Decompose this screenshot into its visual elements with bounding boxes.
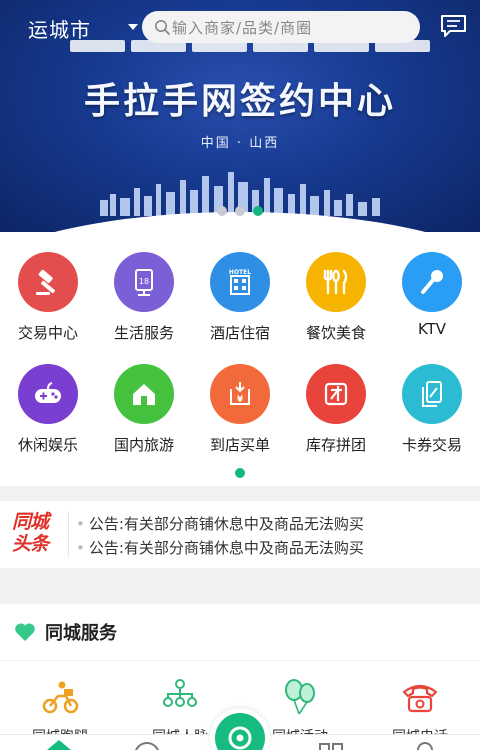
balloon-icon [285, 679, 315, 715]
bullet: • [76, 515, 85, 533]
carousel-dot[interactable] [235, 206, 245, 216]
section-title: 同城服务 [45, 623, 117, 644]
banner-title: 手拉手网签约中心 [83, 80, 396, 122]
carousel-dot-active[interactable] [253, 206, 263, 216]
category-food[interactable]: 餐饮美食 [288, 252, 384, 343]
category-label: 餐饮美食 [305, 324, 366, 342]
svg-text:¥: ¥ [237, 395, 244, 405]
news-item[interactable]: • 公告:有关部分商铺休息中及商品无法购买 [76, 537, 364, 558]
category-label: 酒店住宿 [209, 324, 270, 342]
life-service-icon: 18 [114, 252, 174, 312]
category-label: 到店买单 [209, 436, 270, 454]
news-logo-line1: 同城 [12, 511, 49, 533]
divider [68, 511, 69, 557]
category-label: 国内旅游 [113, 436, 174, 454]
grid-page-indicator [235, 468, 245, 478]
category-label: 卡券交易 [401, 436, 462, 454]
news-item[interactable]: • 公告:有关部分商铺休息中及商品无法购买 [76, 513, 364, 534]
category-tab-icon[interactable] [316, 740, 346, 750]
group-buy-icon [306, 364, 366, 424]
city-selector[interactable]: 运城市 [28, 14, 91, 43]
scan-icon [215, 713, 265, 750]
category-label: 生活服务 [113, 324, 174, 342]
category-life-service[interactable]: 18 生活服务 [96, 252, 192, 343]
search-input[interactable]: 输入商家/品类/商圈 [142, 11, 420, 43]
coupon-icon [402, 364, 462, 424]
news-logo-line2: 头条 [12, 533, 49, 555]
microphone-icon [402, 252, 462, 312]
courier-icon [42, 681, 79, 714]
home-tab-icon[interactable] [44, 738, 74, 750]
chevron-down-icon[interactable] [128, 24, 138, 30]
phone-icon [402, 684, 438, 713]
category-hotel[interactable]: HOTEL 酒店住宿 [192, 252, 288, 343]
message-icon[interactable] [440, 14, 467, 38]
carousel-dot[interactable] [217, 206, 227, 216]
category-label: 交易中心 [17, 324, 78, 342]
hotel-icon: HOTEL [210, 252, 270, 312]
heart-icon [15, 623, 35, 641]
news-ticker[interactable]: 同城 头条 • 公告:有关部分商铺休息中及商品无法购买 • 公告:有关部分商铺休息中… [0, 501, 480, 568]
category-entertainment[interactable]: 休闲娱乐 [0, 364, 96, 455]
carousel-indicator [0, 206, 480, 216]
home-page: 手拉手网签约中心 中国 · 山西 运城市 输入商家/品类/商圈 交易中心 18 … [0, 0, 480, 750]
bullet: • [76, 539, 85, 557]
category-domestic-travel[interactable]: 国内旅游 [96, 364, 192, 455]
network-icon [163, 679, 197, 707]
category-trading-center[interactable]: 交易中心 [0, 252, 96, 343]
svg-text:HOTEL: HOTEL [229, 269, 251, 276]
news-logo: 同城 头条 [12, 511, 58, 555]
yuan-icon: ¥ [210, 364, 270, 424]
discover-tab-icon[interactable] [132, 740, 162, 750]
divider [0, 660, 480, 661]
house-icon [114, 364, 174, 424]
category-label: 休闲娱乐 [17, 436, 78, 454]
search-placeholder: 输入商家/品类/商圈 [172, 18, 313, 37]
category-ktv[interactable]: KTV [384, 252, 480, 338]
news-text: 公告:有关部分商铺休息中及商品无法购买 [88, 539, 364, 557]
category-group-buy[interactable]: 库存拼团 [288, 364, 384, 455]
food-icon [306, 252, 366, 312]
profile-tab-icon[interactable] [410, 740, 440, 750]
news-text: 公告:有关部分商铺休息中及商品无法购买 [88, 515, 364, 533]
gavel-icon [18, 252, 78, 312]
banner-subtitle: 中国 · 山西 [200, 136, 280, 151]
category-grid: 交易中心 18 生活服务 HOTEL 酒店住宿 餐饮美食 KTV 休闲娱乐 国内… [0, 232, 480, 486]
gamepad-icon [18, 364, 78, 424]
category-label: KTV [417, 320, 447, 338]
category-label: 库存拼团 [305, 436, 366, 454]
category-coupon-trade[interactable]: 卡券交易 [384, 364, 480, 455]
svg-text:18: 18 [139, 277, 149, 286]
category-pay-in-store[interactable]: ¥ 到店买单 [192, 364, 288, 455]
search-icon [155, 20, 170, 35]
